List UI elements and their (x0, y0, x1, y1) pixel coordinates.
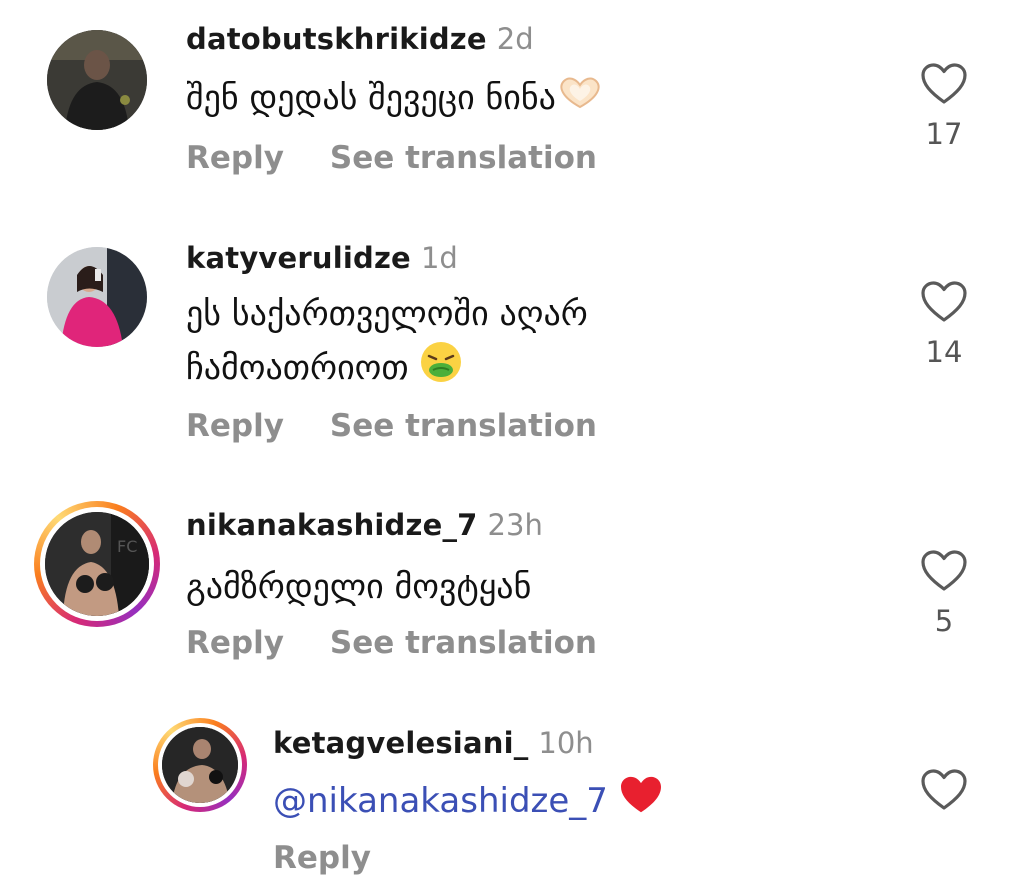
username[interactable]: nikanakashidze_7 (186, 508, 478, 542)
heart-hands-icon (556, 74, 604, 126)
red-heart-icon (619, 775, 663, 830)
like-control (918, 768, 970, 812)
see-translation-button[interactable]: See translation (330, 625, 597, 661)
reply-button[interactable]: Reply (273, 840, 371, 876)
like-count: 17 (925, 117, 963, 151)
heart-outline-icon[interactable] (918, 549, 970, 593)
like-count: 5 (934, 604, 954, 638)
timestamp: 23h (487, 508, 543, 542)
timestamp: 10h (538, 726, 594, 760)
avatar[interactable] (162, 727, 238, 803)
comment-text-content: ჩამოათრიოთ (186, 348, 409, 388)
comment-item: FC nikanakashidze_7 23h გამზრდელი მოვტყან… (0, 495, 1024, 695)
comment-actions: Reply (273, 840, 371, 876)
vomiting-face-icon (419, 340, 463, 399)
like-control: 5 (918, 549, 970, 637)
comment-text: შენ დედას შევეცი ნინა (186, 72, 604, 126)
comment-text-content: გამზრდელი მოვტყან (186, 567, 532, 607)
avatar[interactable]: FC (45, 512, 149, 616)
heart-outline-icon[interactable] (918, 280, 970, 324)
reply-item: ketagvelesiani_ 10h @nikanakashidze_7 Rep… (0, 715, 1024, 890)
username[interactable]: katyverulidze (186, 241, 411, 275)
comment-actions: Reply See translation (186, 408, 597, 444)
comment-text-content: შენ დედას შევეცი ნინა (186, 78, 556, 118)
mention-link[interactable]: @nikanakashidze_7 (273, 781, 608, 821)
reply-button[interactable]: Reply (186, 625, 284, 661)
see-translation-button[interactable]: See translation (330, 140, 597, 176)
timestamp: 1d (420, 241, 458, 275)
timestamp: 2d (496, 22, 534, 56)
svg-text:FC: FC (117, 537, 137, 556)
comment-item: datobutskhrikidze 2d შენ დედას შევეცი ნინ… (0, 0, 1024, 200)
see-translation-button[interactable]: See translation (330, 408, 597, 444)
comment-text-line: ჩამოათრიოთ (186, 340, 588, 399)
username[interactable]: datobutskhrikidze (186, 22, 487, 56)
comment-meta: nikanakashidze_7 23h (186, 508, 543, 542)
like-control: 14 (918, 280, 970, 368)
reply-button[interactable]: Reply (186, 140, 284, 176)
comment-meta: katyverulidze 1d (186, 241, 458, 275)
like-count: 14 (925, 335, 963, 369)
heart-outline-icon[interactable] (918, 62, 970, 106)
comment-meta: datobutskhrikidze 2d (186, 22, 534, 56)
comment-text-line: ეს საქართველოში აღარ (186, 294, 588, 334)
comment-meta: ketagvelesiani_ 10h (273, 726, 594, 760)
comment-text: გამზრდელი მოვტყან (186, 561, 531, 613)
comment-text: @nikanakashidze_7 (273, 775, 663, 830)
comment-text: ეს საქართველოში აღარ ჩამოათრიოთ (186, 288, 588, 399)
avatar[interactable] (47, 247, 147, 347)
comment-actions: Reply See translation (186, 625, 597, 661)
avatar[interactable] (47, 30, 147, 130)
heart-outline-icon[interactable] (918, 768, 970, 812)
reply-button[interactable]: Reply (186, 408, 284, 444)
comment-item: katyverulidze 1d ეს საქართველოში აღარ ჩამ… (0, 230, 1024, 460)
username[interactable]: ketagvelesiani_ (273, 726, 528, 760)
comment-actions: Reply See translation (186, 140, 597, 176)
like-control: 17 (918, 62, 970, 150)
